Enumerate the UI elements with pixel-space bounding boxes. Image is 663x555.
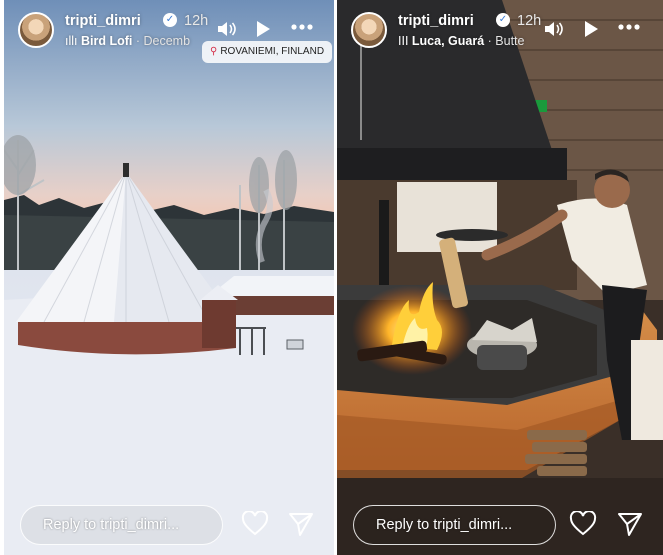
heart-icon[interactable] (569, 511, 597, 537)
song-title: Bird Lofi (80, 34, 133, 48)
music-info[interactable]: ıllı Bird Lofi · Decemb (65, 34, 190, 48)
heart-icon[interactable] (241, 511, 269, 537)
music-info[interactable]: III Luca, Guará · Butte (398, 34, 524, 48)
verified-badge-icon: ✓ (496, 13, 510, 27)
more-horizontal-icon[interactable] (290, 23, 314, 31)
story-photo-fire-pit (337, 0, 663, 555)
username[interactable]: tripti_dimri (65, 13, 141, 29)
song-artist: Butte (495, 34, 525, 48)
play-icon[interactable] (255, 20, 271, 38)
song-title: Luca, Guará (411, 34, 485, 48)
send-icon[interactable] (287, 511, 315, 537)
reply-input[interactable]: Reply to tripti_dimri... (20, 505, 223, 545)
post-time: 12h (517, 13, 542, 29)
play-icon[interactable] (583, 20, 599, 38)
speaker-icon[interactable] (216, 20, 236, 38)
location-pin-icon: ⚲ (210, 46, 218, 57)
story-footer: Reply to tripti_dimri... (337, 495, 663, 555)
song-artist: Decemb (143, 34, 191, 48)
verified-badge-icon: ✓ (163, 13, 177, 27)
audio-waveform-icon: III (398, 34, 412, 48)
story-footer: Reply to tripti_dimri... (4, 495, 334, 555)
speaker-icon[interactable] (543, 20, 563, 38)
more-horizontal-icon[interactable] (617, 23, 641, 31)
username[interactable]: tripti_dimri (398, 13, 474, 29)
avatar[interactable] (18, 12, 54, 48)
send-icon[interactable] (616, 511, 644, 537)
audio-waveform-icon: ıllı (65, 34, 81, 48)
avatar[interactable] (351, 12, 387, 48)
reply-input[interactable]: Reply to tripti_dimri... (353, 505, 556, 545)
location-sticker[interactable]: ⚲ ROVANIEMI, FINLAND (202, 41, 333, 63)
post-time: 12h (184, 13, 209, 29)
story-header: tripti_dimri ✓ 12h III Luca, Guará · But… (351, 10, 653, 54)
story-card-left[interactable]: tripti_dimri ✓ 12h ıllı Bird Lofi · Dece… (4, 0, 334, 555)
story-card-right[interactable]: tripti_dimri ✓ 12h III Luca, Guará · But… (337, 0, 663, 555)
story-photo-snowy-hut (4, 0, 334, 555)
location-label: ROVANIEMI, FINLAND (220, 46, 325, 57)
